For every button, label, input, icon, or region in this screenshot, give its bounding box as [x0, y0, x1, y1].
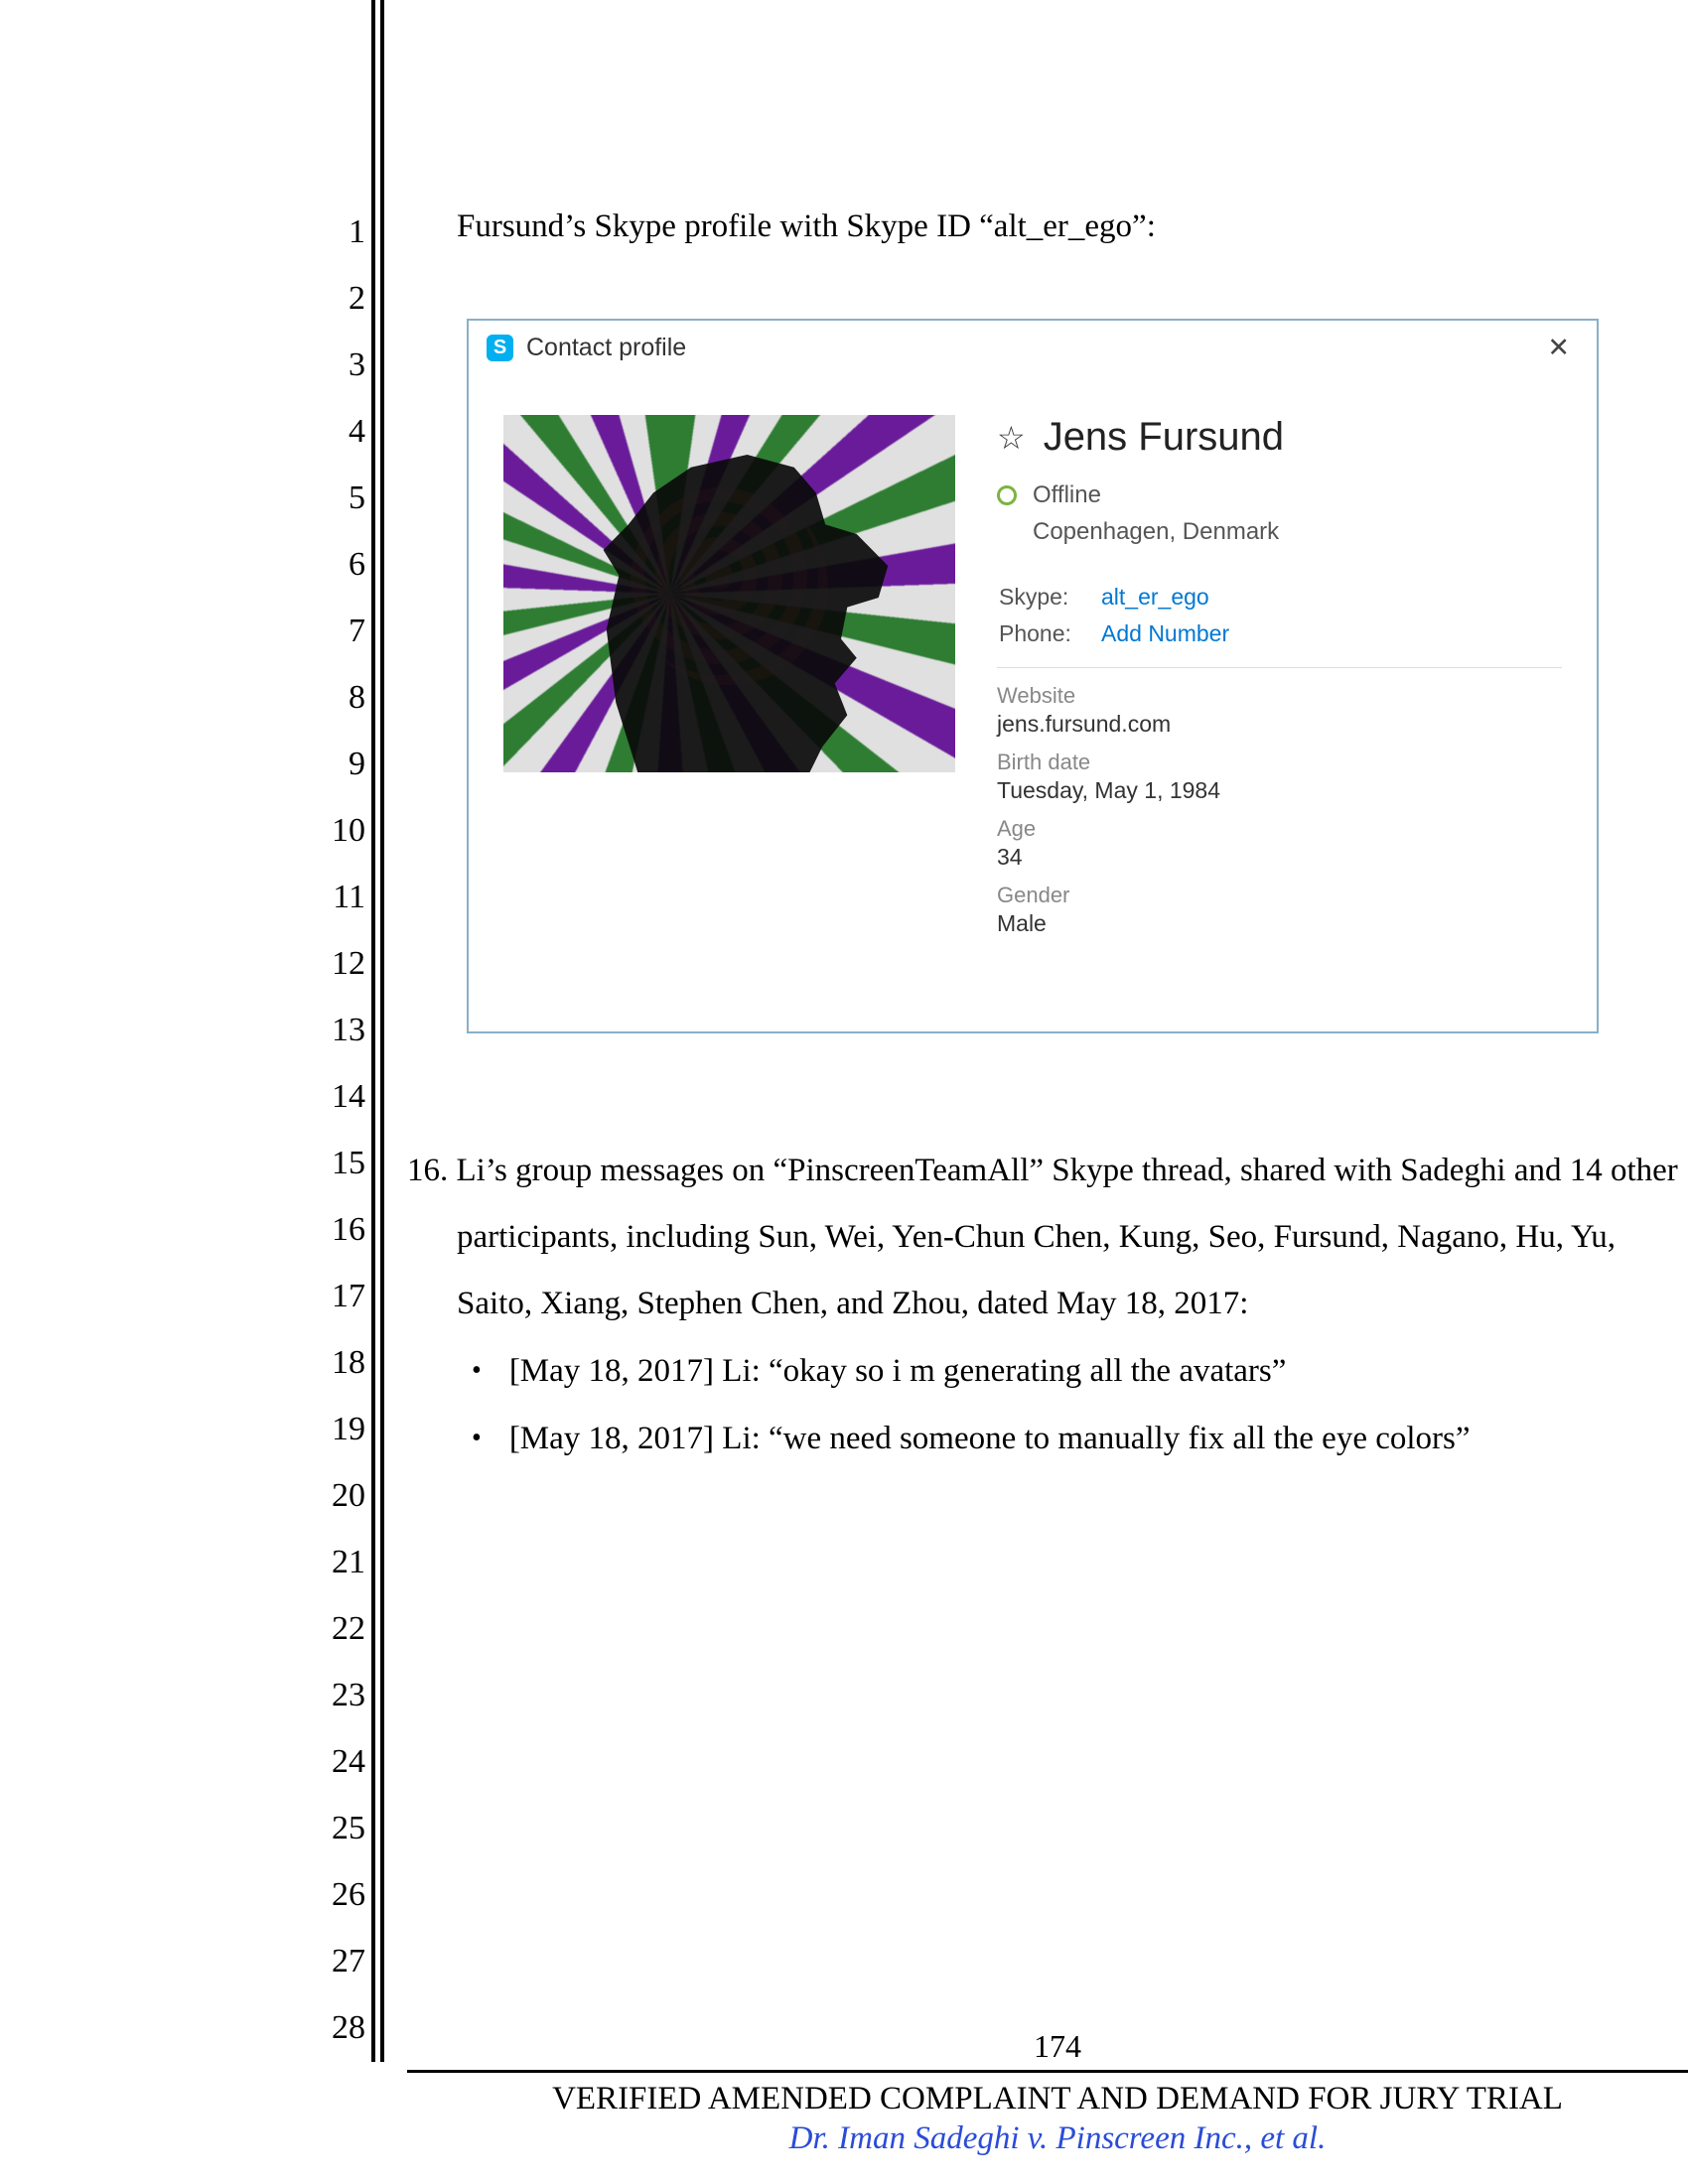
line-number: 26 — [278, 1861, 365, 1928]
divider — [997, 667, 1562, 668]
close-icon[interactable]: ✕ — [1538, 331, 1579, 365]
line-number: 6 — [278, 531, 365, 598]
skype-logo-icon: S — [487, 335, 513, 361]
line-number: 3 — [278, 332, 365, 398]
list-item: • [May 18, 2017] Li: “okay so i m genera… — [472, 1341, 1688, 1401]
line-number: 23 — [278, 1662, 365, 1728]
numbered-item-16: 16. Li’s group messages on “PinscreenTea… — [407, 1138, 1688, 1468]
add-number-link[interactable]: Add Number — [1101, 620, 1229, 647]
name-row: ☆ Jens Fursund — [997, 415, 1562, 460]
line-number: 19 — [278, 1396, 365, 1462]
presence-offline-icon — [997, 485, 1017, 505]
line-number: 8 — [278, 664, 365, 731]
phone-row: Phone: Add Number — [999, 620, 1562, 647]
line-number: 5 — [278, 465, 365, 531]
item-16-line2: participants, including Sun, Wei, Yen-Ch… — [457, 1204, 1688, 1271]
skype-window-titlebar: S Contact profile ✕ — [469, 321, 1597, 375]
line-number: 1 — [278, 199, 365, 265]
birthdate-value: Tuesday, May 1, 1984 — [997, 777, 1562, 804]
age-label: Age — [997, 816, 1562, 842]
line-numbers: 1 2 3 4 5 6 7 8 9 10 11 12 13 14 15 16 1… — [278, 199, 365, 2061]
line-number: 28 — [278, 1994, 365, 2061]
bullet-text: [May 18, 2017] Li: “we need someone to m… — [509, 1409, 1471, 1468]
skype-id-row: Skype: alt_er_ego — [999, 584, 1562, 611]
status-text: Offline — [1033, 481, 1101, 509]
intro-text: Fursund’s Skype profile with Skype ID “a… — [457, 199, 1688, 254]
legal-page: 1 2 3 4 5 6 7 8 9 10 11 12 13 14 15 16 1… — [129, 0, 1599, 2184]
footer-title: VERIFIED AMENDED COMPLAINT AND DEMAND FO… — [407, 2081, 1688, 2117]
skype-id-link[interactable]: alt_er_ego — [1101, 584, 1209, 611]
line-number: 25 — [278, 1795, 365, 1861]
contact-name: Jens Fursund — [1044, 415, 1284, 460]
margin-rule-outer — [371, 0, 375, 2062]
info-column: ☆ Jens Fursund Offline Copenhagen, Denma… — [975, 415, 1562, 937]
favorite-star-icon[interactable]: ☆ — [997, 419, 1026, 457]
birthdate-label: Birth date — [997, 750, 1562, 775]
line-number: 7 — [278, 598, 365, 664]
line-number: 16 — [278, 1196, 365, 1263]
list-item: • [May 18, 2017] Li: “we need someone to… — [472, 1409, 1688, 1468]
skype-contact-profile-window: S Contact profile ✕ ☆ Jens Fursund — [467, 319, 1599, 1033]
location-text: Copenhagen, Denmark — [1033, 518, 1562, 546]
line-number: 18 — [278, 1329, 365, 1396]
phone-label: Phone: — [999, 620, 1083, 647]
skype-body: ☆ Jens Fursund Offline Copenhagen, Denma… — [469, 375, 1597, 962]
line-number: 17 — [278, 1263, 365, 1329]
footer-rule — [407, 2070, 1688, 2073]
line-number: 2 — [278, 265, 365, 332]
website-value: jens.fursund.com — [997, 711, 1562, 738]
profile-avatar-image[interactable] — [503, 415, 955, 772]
line-number: 4 — [278, 398, 365, 465]
line-number: 22 — [278, 1595, 365, 1662]
bullet-text: [May 18, 2017] Li: “okay so i m generati… — [509, 1341, 1287, 1401]
skype-logo-letter: S — [493, 337, 506, 359]
bullet-icon: • — [472, 1341, 482, 1401]
line-number: 14 — [278, 1063, 365, 1130]
bullet-icon: • — [472, 1409, 482, 1468]
line-number: 15 — [278, 1130, 365, 1196]
item-16-line1: 16. Li’s group messages on “PinscreenTea… — [459, 1138, 1688, 1204]
gender-label: Gender — [997, 883, 1562, 908]
line-number: 27 — [278, 1928, 365, 1994]
margin-rule-inner — [380, 0, 384, 2062]
line-number: 11 — [278, 864, 365, 930]
bullet-list: • [May 18, 2017] Li: “okay so i m genera… — [472, 1341, 1688, 1468]
line-number: 10 — [278, 797, 365, 864]
page-content: Fursund’s Skype profile with Skype ID “a… — [407, 199, 1688, 1476]
skype-window-title: Contact profile — [526, 334, 1538, 362]
age-value: 34 — [997, 844, 1562, 871]
line-number: 24 — [278, 1728, 365, 1795]
avatar-column — [503, 415, 975, 937]
footer-case-name: Dr. Iman Sadeghi v. Pinscreen Inc., et a… — [407, 2120, 1688, 2157]
status-row: Offline — [997, 481, 1562, 509]
line-number: 21 — [278, 1529, 365, 1595]
item-16-line3: Saito, Xiang, Stephen Chen, and Zhou, da… — [457, 1271, 1688, 1337]
line-number: 9 — [278, 731, 365, 797]
skype-id-label: Skype: — [999, 584, 1083, 611]
gender-value: Male — [997, 910, 1562, 937]
line-number: 12 — [278, 930, 365, 997]
line-number: 20 — [278, 1462, 365, 1529]
page-footer: 174 VERIFIED AMENDED COMPLAINT AND DEMAN… — [407, 2028, 1688, 2157]
line-number: 13 — [278, 997, 365, 1063]
website-label: Website — [997, 683, 1562, 709]
page-number: 174 — [407, 2028, 1688, 2065]
